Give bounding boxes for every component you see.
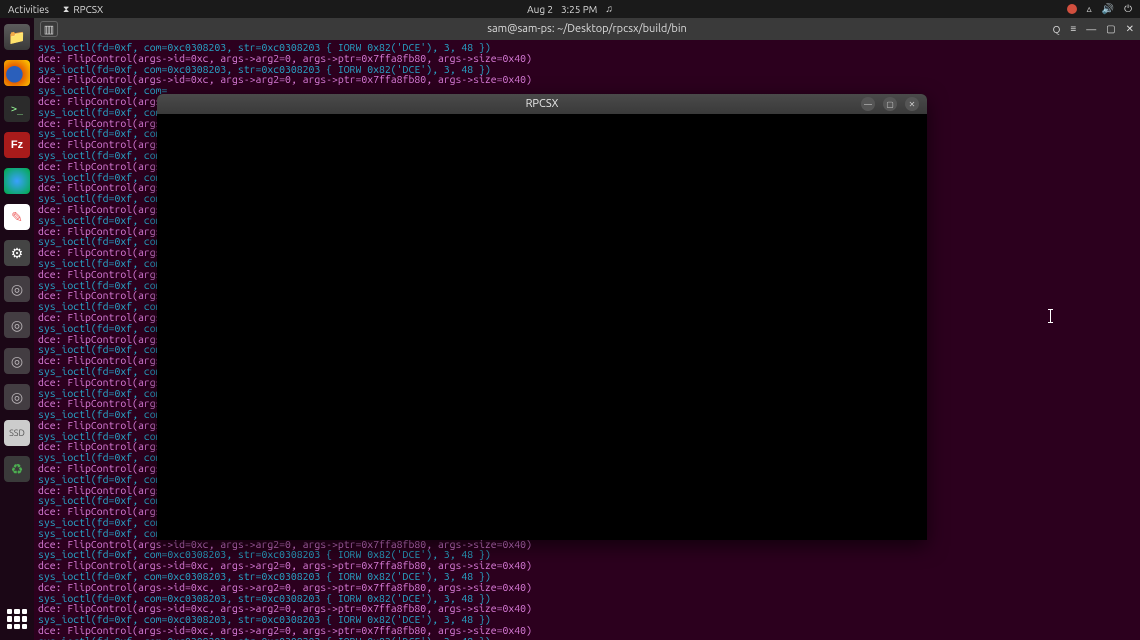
terminal-new-tab-button[interactable]: ▥	[40, 21, 58, 37]
disk-icon-3[interactable]: ◎	[4, 348, 30, 374]
ssd-icon[interactable]: SSD	[4, 420, 30, 446]
terminal-maximize-button[interactable]: ▢	[1106, 23, 1115, 35]
text-editor-icon[interactable]: ✎	[4, 204, 30, 230]
rpcsx-close-button[interactable]: ✕	[905, 97, 919, 111]
rpcsx-minimize-button[interactable]: —	[861, 97, 875, 111]
terminal-line: dce: FlipControl(args->id=0xc, args->arg…	[38, 74, 1136, 85]
time-label: 3:25 PM	[561, 4, 597, 15]
disk-icon-1[interactable]: ◎	[4, 276, 30, 302]
firefox-icon[interactable]	[4, 60, 30, 86]
date-label: Aug 2	[527, 4, 553, 15]
record-indicator-icon[interactable]	[1067, 4, 1077, 14]
app-icon: ⧗	[63, 4, 69, 15]
gnome-top-bar: Activities ⧗ RPCSX Aug 2 3:25 PM ♫ ▵ 🔊 ⏻	[0, 0, 1140, 18]
text-cursor-ibeam	[1050, 309, 1051, 323]
rpcsx-viewport[interactable]	[157, 114, 927, 540]
rpcsx-maximize-button[interactable]: ▢	[883, 97, 897, 111]
network-icon[interactable]: ▵	[1087, 3, 1092, 15]
filezilla-icon[interactable]: Fz	[4, 132, 30, 158]
system-tray[interactable]: ▵ 🔊 ⏻	[1067, 3, 1132, 15]
volume-icon[interactable]: 🔊	[1102, 3, 1114, 15]
power-icon[interactable]: ⏻	[1124, 3, 1132, 15]
terminal-close-button[interactable]: ✕	[1126, 23, 1134, 35]
browser-icon[interactable]	[4, 168, 30, 194]
terminal-menu-button[interactable]: ≡	[1070, 23, 1076, 35]
files-icon[interactable]: 📁	[4, 24, 30, 50]
terminal-title: sam@sam-ps: ~/Desktop/rpcsx/build/bin	[487, 23, 687, 35]
settings-icon[interactable]: ⚙	[4, 240, 30, 266]
rpcsx-window[interactable]: RPCSX — ▢ ✕	[157, 94, 927, 540]
terminal-minimize-button[interactable]: —	[1086, 24, 1096, 35]
disk-icon-2[interactable]: ◎	[4, 312, 30, 338]
terminal-line: sys_ioctl(fd=0xf, com=0xc0308203, str=0x…	[38, 636, 1136, 640]
terminal-titlebar: ▥ sam@sam-ps: ~/Desktop/rpcsx/build/bin …	[34, 18, 1140, 40]
notification-icon: ♫	[605, 3, 613, 15]
trash-icon[interactable]: ♻	[4, 456, 30, 482]
rpcsx-title-label: RPCSX	[526, 98, 559, 110]
activities-button[interactable]: Activities	[8, 4, 49, 15]
terminal-search-button[interactable]: Q	[1053, 24, 1061, 35]
disk-icon-4[interactable]: ◎	[4, 384, 30, 410]
app-name-label: RPCSX	[73, 4, 103, 15]
ubuntu-dock: 📁 >_ Fz ✎ ⚙ ◎ ◎ ◎ ◎ SSD ♻	[0, 18, 34, 640]
app-menu[interactable]: ⧗ RPCSX	[63, 4, 103, 15]
show-applications-button[interactable]	[4, 606, 30, 632]
rpcsx-titlebar[interactable]: RPCSX — ▢ ✕	[157, 94, 927, 114]
clock-area[interactable]: Aug 2 3:25 PM ♫	[527, 3, 613, 15]
terminal-line: dce: FlipControl(args->id=0xc, args->arg…	[38, 53, 1136, 64]
terminal-icon[interactable]: >_	[4, 96, 30, 122]
